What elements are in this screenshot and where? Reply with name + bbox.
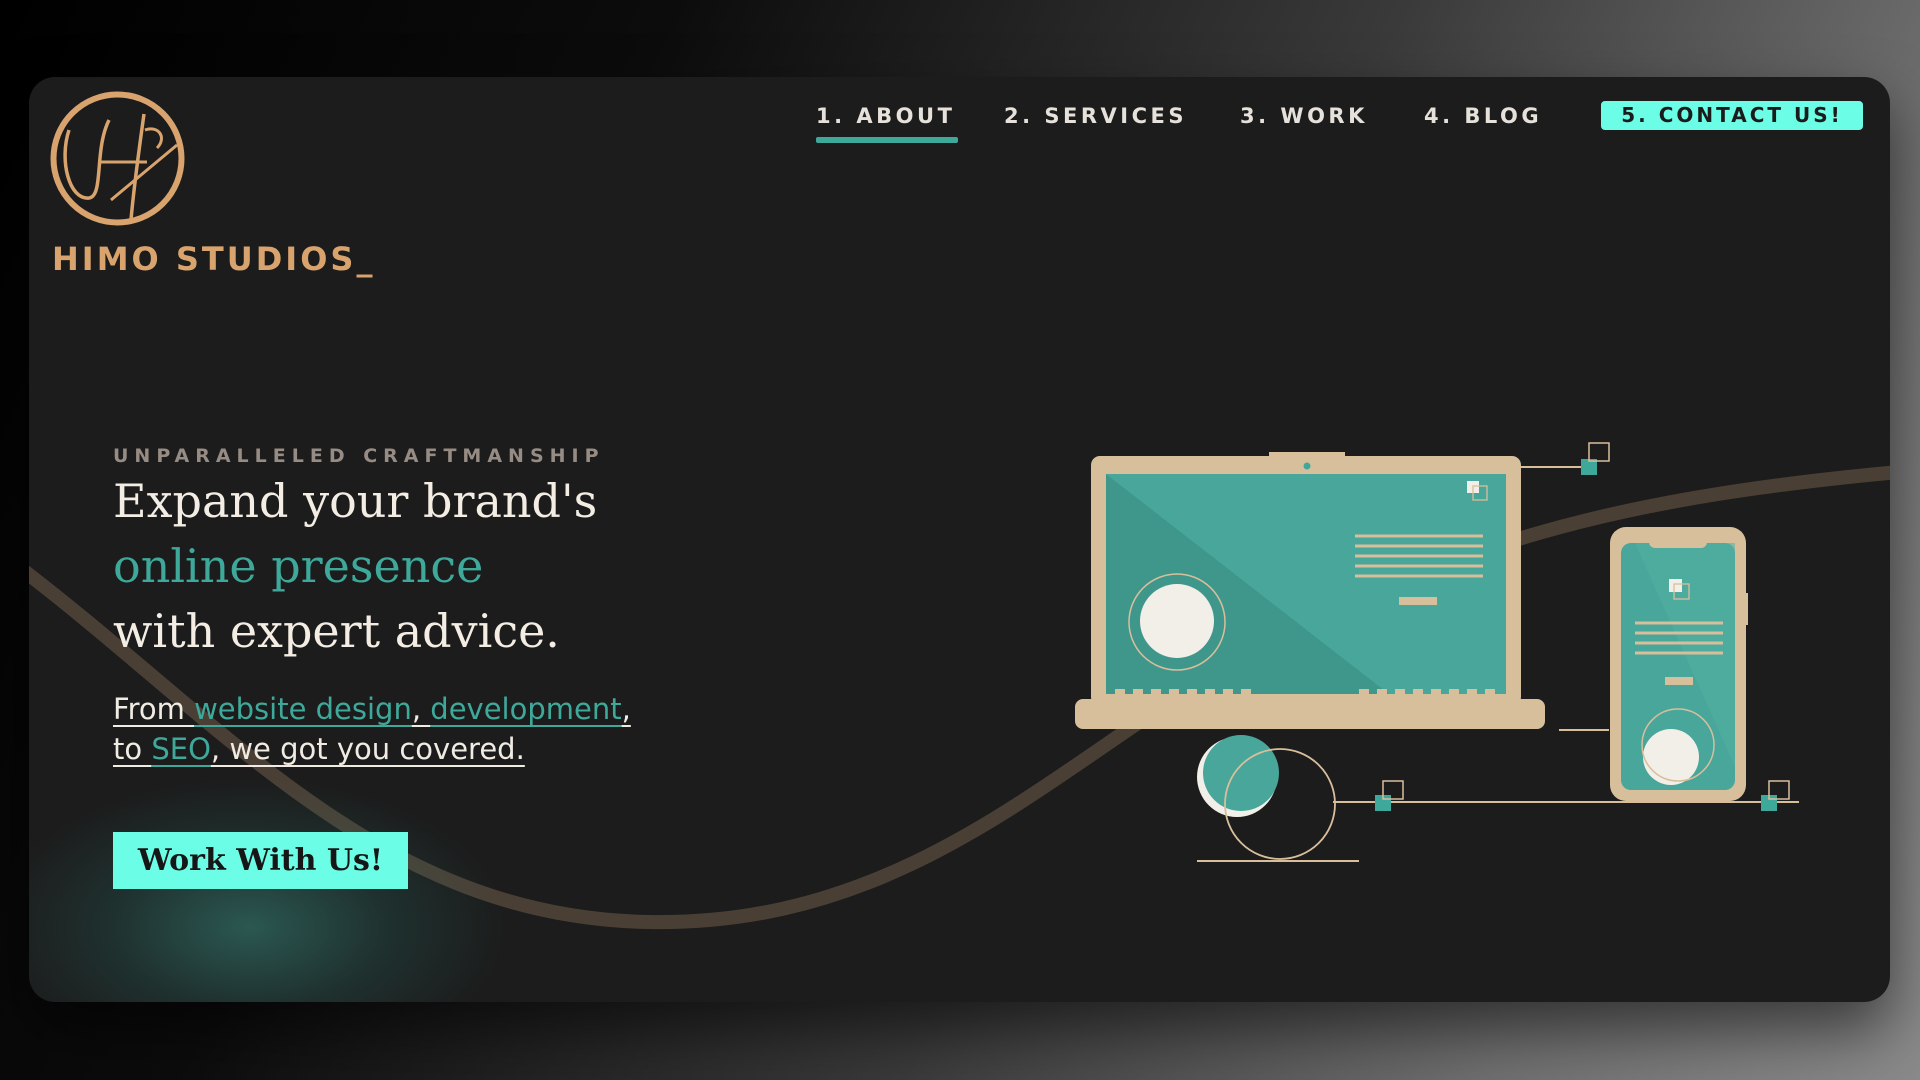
cta-glow [29, 777, 509, 1002]
headline-line-3: with expert advice. [113, 604, 560, 658]
headline-line-1: Expand your brand's [113, 474, 598, 528]
headline-accent: online presence [113, 539, 484, 593]
subcopy-tail: , we got you covered. [210, 732, 525, 766]
nav-item-work[interactable]: 3. WORK [1240, 102, 1368, 130]
subcopy-comma-2: , [621, 692, 631, 726]
hero-headline: Expand your brand's online presence with… [113, 469, 597, 664]
link-website-design[interactable]: website design [194, 692, 412, 726]
nav-active-indicator [816, 137, 958, 143]
nav-item-blog[interactable]: 4. BLOG [1424, 102, 1542, 130]
subcopy-to: to [113, 732, 152, 766]
main-navigation: 1. ABOUT 2. SERVICES 3. WORK 4. BLOG 5. … [29, 89, 1890, 149]
nav-contact-button[interactable]: 5. CONTACT US! [1601, 101, 1863, 130]
brand-name[interactable]: HIMO STUDIOS_ [52, 240, 375, 278]
hero-subcopy: From website design, development, to SEO… [113, 689, 631, 769]
nav-item-about[interactable]: 1. ABOUT [816, 102, 955, 130]
link-seo[interactable]: SEO [151, 732, 211, 766]
nav-item-services[interactable]: 2. SERVICES [1004, 102, 1187, 130]
hero-eyebrow: UNPARALLELED CRAFTMANSHIP [113, 445, 605, 467]
subcopy-row-2: to SEO, we got you covered. [113, 729, 631, 769]
browser-viewport: HIMO STUDIOS_ 1. ABOUT 2. SERVICES 3. WO… [29, 77, 1890, 1002]
subcopy-row-1: From website design, development, [113, 689, 631, 729]
work-with-us-button[interactable]: Work With Us! [113, 832, 408, 889]
subcopy-from: From [113, 692, 195, 726]
subcopy-comma-1: , [411, 692, 431, 726]
link-development[interactable]: development [430, 692, 621, 726]
